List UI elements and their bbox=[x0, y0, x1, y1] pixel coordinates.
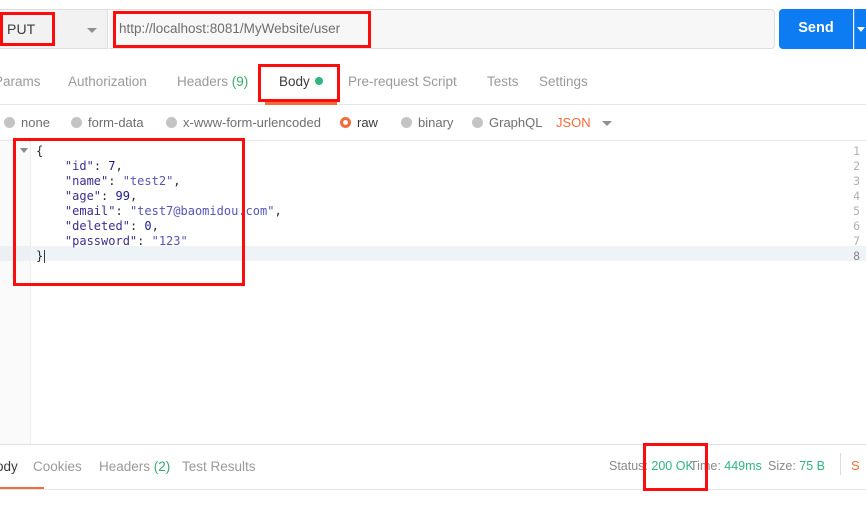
tab-settings[interactable]: Settings bbox=[539, 74, 588, 89]
body-type-raw-label: raw bbox=[357, 115, 378, 130]
chevron-down-icon bbox=[87, 28, 97, 33]
body-type-binary-label: binary bbox=[418, 115, 454, 130]
tab-settings-label: Settings bbox=[539, 74, 588, 89]
request-tab-bar: Params Authorization Headers (9) Body Pr… bbox=[0, 62, 866, 105]
text-cursor bbox=[44, 250, 45, 263]
size-label: Size: bbox=[768, 459, 796, 473]
http-method-label: PUT bbox=[7, 21, 36, 37]
url-input[interactable]: http://localhost:8081/MyWebsite/user bbox=[109, 9, 775, 49]
body-type-form-data-label: form-data bbox=[88, 115, 144, 130]
gutter-current-line-highlight bbox=[0, 246, 30, 261]
code-line: "name": "test2", bbox=[64, 174, 181, 188]
content-type-dropdown[interactable]: JSON bbox=[556, 115, 591, 130]
response-tab-bar: ody Cookies Headers (2) Test Results Sta… bbox=[0, 445, 866, 490]
response-tab-body[interactable]: ody bbox=[0, 459, 18, 474]
tab-body-label: Body bbox=[279, 74, 310, 89]
size-value: 75 B bbox=[799, 459, 825, 473]
body-type-graphql-label: GraphQL bbox=[489, 115, 543, 130]
line-number: 6 bbox=[853, 219, 860, 233]
radio-icon bbox=[71, 117, 82, 128]
tab-authorization-label: Authorization bbox=[68, 74, 147, 89]
vertical-divider bbox=[840, 453, 841, 475]
send-button[interactable]: Send bbox=[779, 9, 853, 49]
response-tab-headers[interactable]: Headers (2) bbox=[99, 459, 170, 474]
body-type-binary[interactable]: binary bbox=[401, 115, 453, 130]
request-url-bar: PUT http://localhost:8081/MyWebsite/user… bbox=[0, 0, 866, 58]
body-type-raw[interactable]: raw bbox=[340, 115, 378, 130]
tab-pre-request-script-label: Pre-request Script bbox=[348, 74, 457, 89]
code-line: "age": 99, bbox=[64, 189, 138, 203]
time-value: 449ms bbox=[724, 459, 762, 473]
time-label: Time: bbox=[690, 459, 721, 473]
tab-body[interactable]: Body bbox=[279, 74, 323, 89]
body-type-selector: none form-data x-www-form-urlencoded raw… bbox=[0, 110, 866, 141]
size-badge: Size: 75 B bbox=[768, 459, 825, 473]
response-viewer-toolbar: Pretty Raw Preview Visualize Text bbox=[0, 490, 866, 529]
response-tab-headers-label: Headers bbox=[99, 459, 151, 474]
request-body-editor[interactable]: 1 2 3 4 5 6 7 8 { "id": 7, "name": "test… bbox=[0, 141, 866, 444]
response-tab-headers-count: (2) bbox=[153, 459, 171, 474]
chevron-down-icon bbox=[857, 27, 865, 32]
line-number: 4 bbox=[853, 189, 860, 203]
http-method-dropdown[interactable]: PUT bbox=[0, 9, 108, 49]
radio-icon bbox=[472, 117, 483, 128]
radio-selected-icon bbox=[340, 117, 351, 128]
line-number: 3 bbox=[853, 174, 860, 188]
body-type-urlencoded[interactable]: x-www-form-urlencoded bbox=[166, 115, 321, 130]
radio-icon bbox=[166, 117, 177, 128]
line-number: 8 bbox=[853, 249, 860, 263]
code-fold-icon[interactable] bbox=[20, 148, 28, 153]
tab-tests-label: Tests bbox=[487, 74, 519, 89]
body-present-dot-icon bbox=[314, 77, 323, 85]
response-tab-test-results-label: Test Results bbox=[182, 459, 256, 474]
status-badge: Status: 200 OK bbox=[609, 459, 694, 473]
line-number: 2 bbox=[853, 159, 860, 173]
code-line: "email": "test7@baomidou.com", bbox=[64, 204, 282, 218]
active-tab-indicator bbox=[265, 102, 337, 105]
radio-icon bbox=[4, 117, 15, 128]
response-tab-cookies[interactable]: Cookies bbox=[33, 459, 82, 474]
body-type-graphql[interactable]: GraphQL bbox=[472, 115, 542, 130]
save-response-button[interactable]: S bbox=[851, 458, 860, 473]
code-line: { bbox=[36, 144, 44, 158]
chevron-down-icon[interactable] bbox=[602, 121, 612, 126]
url-input-value: http://localhost:8081/MyWebsite/user bbox=[119, 21, 341, 36]
tab-authorization[interactable]: Authorization bbox=[68, 74, 147, 89]
tab-headers-label: Headers bbox=[177, 74, 229, 89]
code-line: } bbox=[36, 249, 44, 263]
radio-icon bbox=[401, 117, 412, 128]
line-number: 5 bbox=[853, 204, 860, 218]
send-options-button[interactable] bbox=[854, 9, 866, 49]
time-badge: Time: 449ms bbox=[690, 459, 762, 473]
body-type-form-data[interactable]: form-data bbox=[71, 115, 144, 130]
line-number: 1 bbox=[853, 144, 860, 158]
content-type-label: JSON bbox=[556, 115, 591, 130]
response-tab-cookies-label: Cookies bbox=[33, 459, 82, 474]
tab-tests[interactable]: Tests bbox=[487, 74, 519, 89]
response-tab-test-results[interactable]: Test Results bbox=[182, 459, 256, 474]
line-number: 7 bbox=[853, 234, 860, 248]
code-line: "deleted": 0, bbox=[64, 219, 159, 233]
postman-window: PUT http://localhost:8081/MyWebsite/user… bbox=[0, 0, 866, 529]
tab-headers-count: (9) bbox=[231, 74, 249, 89]
send-button-label: Send bbox=[798, 20, 834, 36]
tab-pre-request-script[interactable]: Pre-request Script bbox=[348, 74, 457, 89]
status-value: 200 OK bbox=[651, 459, 694, 473]
status-label: Status: bbox=[609, 459, 648, 473]
code-line: "password": "123" bbox=[64, 234, 188, 248]
response-tab-body-label: ody bbox=[0, 459, 18, 474]
tab-params[interactable]: Params bbox=[0, 74, 41, 89]
body-type-none[interactable]: none bbox=[4, 115, 50, 130]
editor-gutter bbox=[0, 141, 31, 444]
code-line: "id": 7, bbox=[64, 159, 123, 173]
body-type-urlencoded-label: x-www-form-urlencoded bbox=[183, 115, 321, 130]
tab-headers[interactable]: Headers (9) bbox=[177, 74, 248, 89]
body-type-none-label: none bbox=[21, 115, 50, 130]
tab-params-label: Params bbox=[0, 74, 41, 89]
